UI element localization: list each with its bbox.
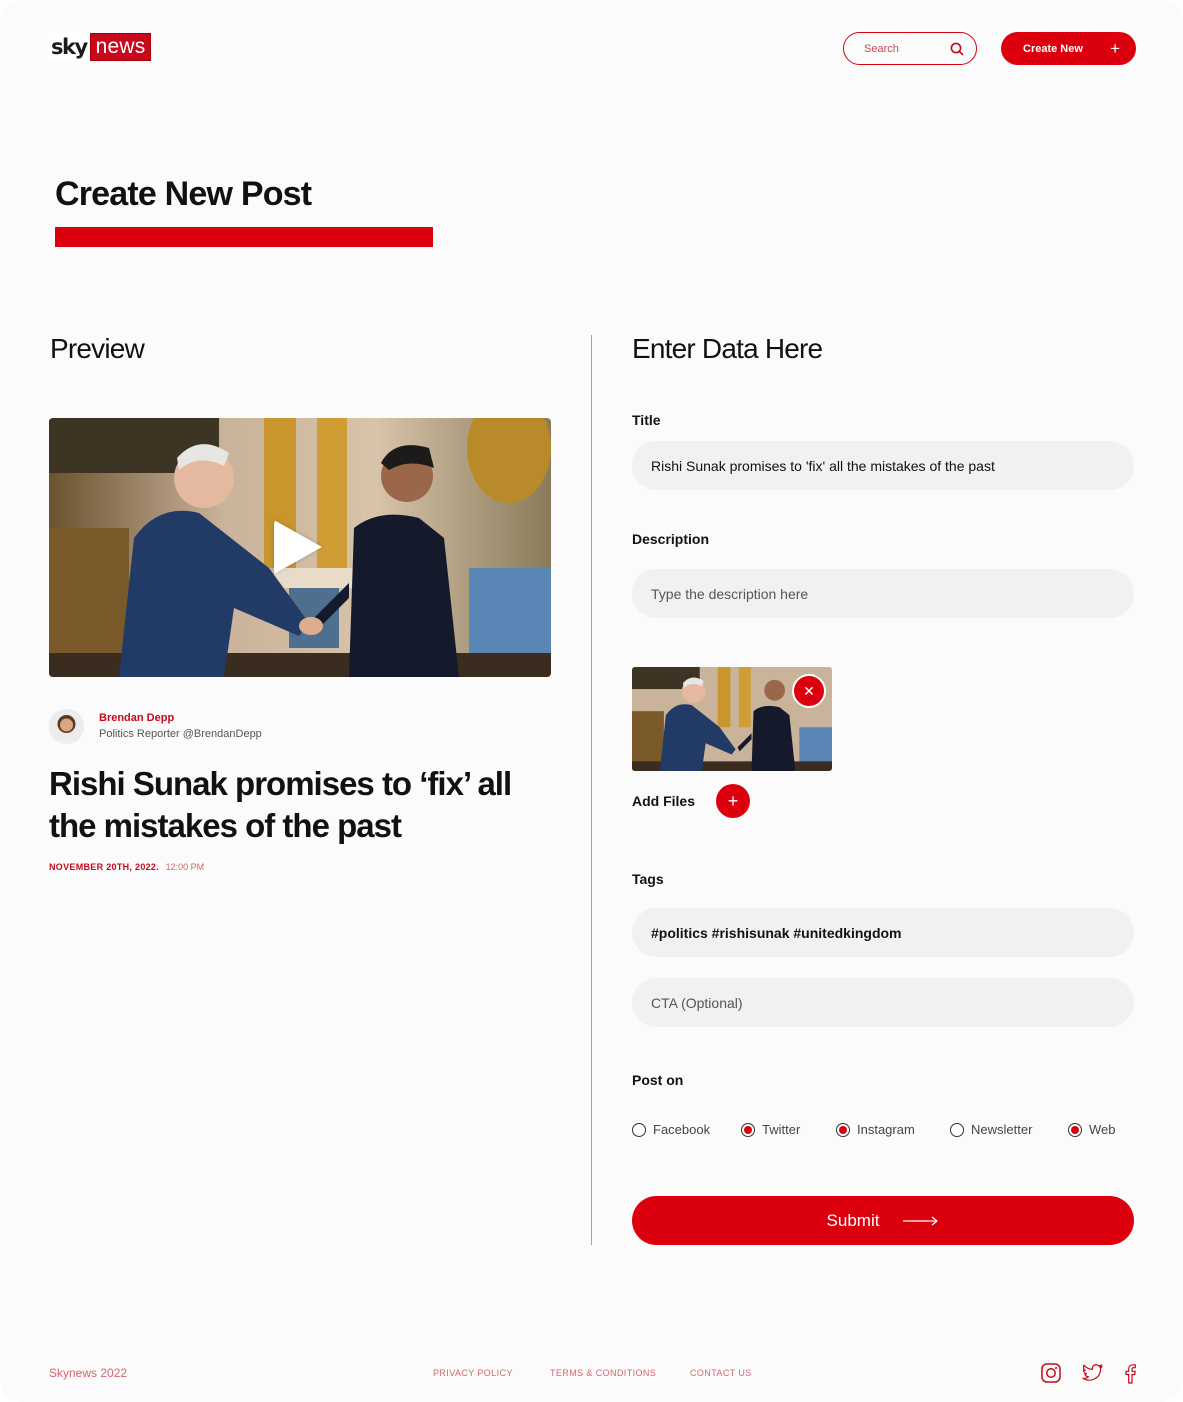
radio-facebook[interactable] bbox=[632, 1122, 646, 1137]
option-twitter[interactable]: Twitter bbox=[741, 1122, 836, 1137]
description-input[interactable] bbox=[632, 569, 1134, 618]
skynews-logo[interactable]: sky news bbox=[48, 33, 152, 61]
search-box[interactable] bbox=[843, 32, 977, 65]
title-input[interactable] bbox=[632, 441, 1134, 490]
close-icon: ✕ bbox=[803, 682, 815, 699]
option-newsletter[interactable]: Newsletter bbox=[950, 1122, 1068, 1137]
title-underline-bar bbox=[55, 227, 433, 247]
tags-label: Tags bbox=[632, 871, 664, 887]
tags-input[interactable] bbox=[632, 908, 1134, 957]
author-meta: Brendan Depp Politics Reporter @BrendanD… bbox=[99, 711, 262, 742]
logo-sky-text: sky bbox=[48, 33, 90, 61]
create-new-button[interactable]: Create New + bbox=[1001, 32, 1136, 65]
title-label: Title bbox=[632, 412, 661, 428]
option-label: Twitter bbox=[762, 1122, 801, 1137]
contact-us-link[interactable]: CONTACT US bbox=[690, 1368, 752, 1378]
author-role: Politics Reporter @BrendanDepp bbox=[99, 728, 262, 740]
author-name[interactable]: Brendan Depp bbox=[99, 711, 262, 726]
description-label: Description bbox=[632, 531, 710, 547]
submit-label: Submit bbox=[826, 1210, 880, 1230]
plus-icon: + bbox=[1110, 39, 1120, 58]
post-date: NOVEMBER 20TH, 2022. bbox=[49, 862, 160, 872]
option-web[interactable]: Web bbox=[1068, 1122, 1116, 1137]
page: sky news Create New + Create New Post Pr… bbox=[0, 0, 1183, 1402]
page-title: Create New Post bbox=[55, 175, 312, 213]
author-avatar[interactable] bbox=[49, 709, 84, 744]
radio-twitter[interactable] bbox=[741, 1122, 755, 1137]
option-facebook[interactable]: Facebook bbox=[632, 1122, 741, 1137]
post-time: 12:00 PM bbox=[165, 862, 205, 872]
search-input[interactable] bbox=[864, 42, 944, 55]
search-icon[interactable] bbox=[950, 42, 964, 56]
facebook-icon[interactable] bbox=[1119, 1362, 1141, 1384]
play-icon[interactable] bbox=[274, 520, 322, 574]
remove-attachment-button[interactable]: ✕ bbox=[792, 674, 826, 708]
instagram-icon[interactable] bbox=[1040, 1362, 1062, 1384]
footer-copyright: Skynews 2022 bbox=[49, 1366, 128, 1380]
terms-link[interactable]: TERMS & CONDITIONS bbox=[550, 1368, 656, 1378]
privacy-policy-link[interactable]: PRIVACY POLICY bbox=[433, 1368, 513, 1378]
option-instagram[interactable]: Instagram bbox=[836, 1122, 950, 1137]
option-label: Newsletter bbox=[971, 1122, 1033, 1137]
column-divider bbox=[591, 335, 592, 1245]
twitter-icon[interactable] bbox=[1081, 1362, 1103, 1384]
preview-heading: Preview bbox=[50, 333, 145, 364]
preview-headline: Rishi Sunak promises to ‘fix’ all the mi… bbox=[49, 765, 512, 844]
cta-input[interactable] bbox=[632, 978, 1134, 1027]
post-on-label: Post on bbox=[632, 1072, 684, 1088]
author-card: Brendan Depp Politics Reporter @BrendanD… bbox=[49, 709, 262, 744]
plus-icon: + bbox=[727, 790, 739, 811]
avatar-image bbox=[49, 709, 84, 744]
add-files-button[interactable]: + bbox=[716, 784, 751, 818]
submit-button[interactable]: Submit bbox=[632, 1196, 1134, 1245]
form-heading: Enter Data Here bbox=[632, 333, 823, 364]
dateline: NOVEMBER 20TH, 2022. 12:00 PM bbox=[49, 862, 204, 872]
arrow-right-icon bbox=[903, 1216, 939, 1225]
logo-news-text: news bbox=[89, 33, 152, 61]
option-label: Instagram bbox=[857, 1122, 915, 1137]
radio-web[interactable] bbox=[1068, 1122, 1082, 1137]
add-files-row: Add Files + bbox=[632, 784, 751, 818]
radio-instagram[interactable] bbox=[836, 1122, 850, 1137]
option-label: Facebook bbox=[653, 1122, 711, 1137]
create-new-label: Create New bbox=[1023, 42, 1083, 55]
post-on-options: Facebook Twitter Instagram Newsletter We… bbox=[632, 1122, 1116, 1137]
radio-newsletter[interactable] bbox=[950, 1122, 964, 1137]
option-label: Web bbox=[1089, 1122, 1116, 1137]
add-files-label: Add Files bbox=[632, 793, 696, 809]
